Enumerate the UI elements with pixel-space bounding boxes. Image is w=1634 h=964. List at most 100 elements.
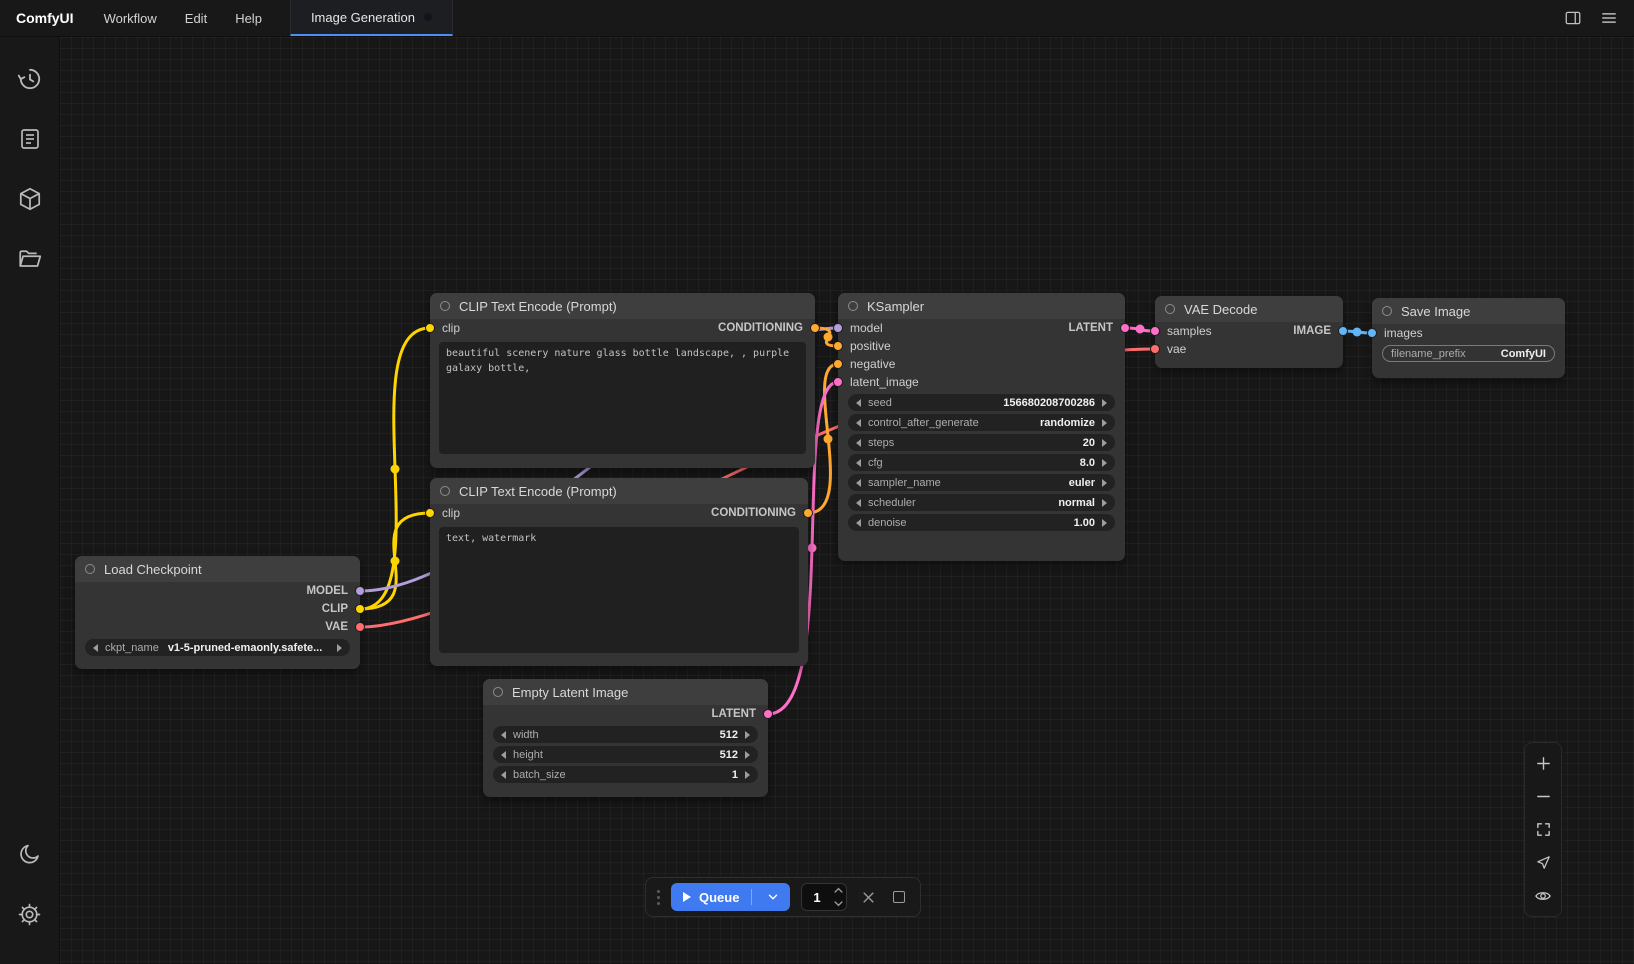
input-dot-vae[interactable] — [1150, 344, 1160, 354]
widget-left-arrow-icon[interactable] — [856, 399, 861, 407]
widget-right-arrow-icon[interactable] — [1102, 499, 1107, 507]
output-dot-model[interactable] — [355, 586, 365, 596]
collapse-dot[interactable] — [848, 301, 858, 311]
menu-help[interactable]: Help — [221, 0, 276, 36]
widget-height[interactable]: height 512 — [493, 746, 758, 763]
widget-left-arrow-icon[interactable] — [856, 459, 861, 467]
widget-ckpt-name[interactable]: ckpt_name v1-5-pruned-emaonly.safete... — [85, 639, 350, 656]
widget-right-arrow-icon[interactable] — [1102, 459, 1107, 467]
node-ksampler[interactable]: KSampler model LATENT positive negative … — [838, 293, 1125, 561]
node-header[interactable]: Save Image — [1372, 298, 1565, 324]
widget-left-arrow-icon[interactable] — [856, 519, 861, 527]
widget-right-arrow-icon[interactable] — [337, 644, 342, 652]
toggle-link-visibility-button[interactable] — [1526, 879, 1560, 912]
fit-view-button[interactable] — [1526, 813, 1560, 846]
menu-workflow[interactable]: Workflow — [90, 0, 171, 36]
widget-right-arrow-icon[interactable] — [1102, 479, 1107, 487]
node-clip-text-encode-negative[interactable]: CLIP Text Encode (Prompt) clip CONDITION… — [430, 478, 808, 666]
input-dot-images[interactable] — [1367, 328, 1377, 338]
interrupt-button[interactable] — [889, 887, 909, 907]
collapse-dot[interactable] — [85, 564, 95, 574]
input-dot-negative[interactable] — [833, 359, 843, 369]
decrement-button[interactable] — [831, 897, 846, 910]
widget-cfg[interactable]: cfg 8.0 — [848, 454, 1115, 471]
menu-edit[interactable]: Edit — [171, 0, 221, 36]
input-dot-latent-image[interactable] — [833, 377, 843, 387]
collapse-dot[interactable] — [1382, 306, 1392, 316]
collapse-dot[interactable] — [1165, 304, 1175, 314]
widget-right-arrow-icon[interactable] — [745, 731, 750, 739]
output-dot-conditioning[interactable] — [810, 323, 820, 333]
workflow-tab[interactable]: Image Generation — [290, 0, 453, 36]
widget-filename-prefix[interactable]: filename_prefix ComfyUI — [1382, 345, 1555, 362]
widget-left-arrow-icon[interactable] — [501, 751, 506, 759]
node-header[interactable]: CLIP Text Encode (Prompt) — [430, 293, 815, 319]
widget-left-arrow-icon[interactable] — [856, 419, 861, 427]
prompt-textarea[interactable]: beautiful scenery nature glass bottle la… — [439, 342, 806, 454]
widget-right-arrow-icon[interactable] — [745, 751, 750, 759]
node-empty-latent-image[interactable]: Empty Latent Image LATENT width 512 heig… — [483, 679, 768, 797]
sidebar-item-model-library[interactable] — [8, 175, 52, 223]
zoom-out-button[interactable] — [1526, 780, 1560, 813]
widget-right-arrow-icon[interactable] — [1102, 439, 1107, 447]
output-dot-latent[interactable] — [763, 709, 773, 719]
widget-left-arrow-icon[interactable] — [856, 479, 861, 487]
widget-control-after-generate[interactable]: control_after_generate randomize — [848, 414, 1115, 431]
node-clip-text-encode-positive[interactable]: CLIP Text Encode (Prompt) clip CONDITION… — [430, 293, 815, 468]
widget-right-arrow-icon[interactable] — [745, 771, 750, 779]
clear-queue-button[interactable] — [858, 887, 878, 907]
widget-scheduler[interactable]: scheduler normal — [848, 494, 1115, 511]
theme-toggle-button[interactable] — [8, 830, 52, 878]
collapse-dot[interactable] — [493, 687, 503, 697]
node-save-image[interactable]: Save Image images filename_prefix ComfyU… — [1372, 298, 1565, 378]
output-dot-latent[interactable] — [1120, 323, 1130, 333]
node-vae-decode[interactable]: VAE Decode samples IMAGE vae — [1155, 296, 1343, 368]
input-dot-clip[interactable] — [425, 508, 435, 518]
node-graph-canvas[interactable]: Load Checkpoint MODEL CLIP VAE ckpt_name… — [60, 37, 1634, 964]
drag-handle[interactable] — [657, 890, 660, 905]
toggle-panel-icon[interactable] — [1562, 7, 1584, 29]
node-load-checkpoint[interactable]: Load Checkpoint MODEL CLIP VAE ckpt_name… — [75, 556, 360, 669]
batch-count-input[interactable]: 1 — [801, 883, 847, 911]
output-dot-image[interactable] — [1338, 326, 1348, 336]
node-header[interactable]: KSampler — [838, 293, 1125, 319]
output-dot-vae[interactable] — [355, 622, 365, 632]
queue-options-dropdown[interactable] — [760, 890, 786, 904]
widget-left-arrow-icon[interactable] — [856, 439, 861, 447]
hamburger-menu-icon[interactable] — [1598, 7, 1620, 29]
sidebar-item-node-library[interactable] — [8, 115, 52, 163]
widget-seed[interactable]: seed 156680208700286 — [848, 394, 1115, 411]
node-header[interactable]: VAE Decode — [1155, 296, 1343, 322]
widget-width[interactable]: width 512 — [493, 726, 758, 743]
settings-button[interactable] — [8, 890, 52, 938]
select-mode-button[interactable] — [1526, 846, 1560, 879]
node-header[interactable]: CLIP Text Encode (Prompt) — [430, 478, 808, 504]
zoom-in-button[interactable] — [1526, 747, 1560, 780]
widget-batch-size[interactable]: batch_size 1 — [493, 766, 758, 783]
widget-left-arrow-icon[interactable] — [501, 731, 506, 739]
input-dot-clip[interactable] — [425, 323, 435, 333]
widget-left-arrow-icon[interactable] — [93, 644, 98, 652]
input-dot-model[interactable] — [833, 323, 843, 333]
widget-steps[interactable]: steps 20 — [848, 434, 1115, 451]
prompt-textarea[interactable]: text, watermark — [439, 527, 799, 653]
widget-left-arrow-icon[interactable] — [856, 499, 861, 507]
input-dot-samples[interactable] — [1150, 326, 1160, 336]
widget-right-arrow-icon[interactable] — [1102, 519, 1107, 527]
widget-sampler-name[interactable]: sampler_name euler — [848, 474, 1115, 491]
node-header[interactable]: Empty Latent Image — [483, 679, 768, 705]
widget-denoise[interactable]: denoise 1.00 — [848, 514, 1115, 531]
output-dot-clip[interactable] — [355, 604, 365, 614]
sidebar-item-history[interactable] — [8, 55, 52, 103]
queue-button[interactable]: Queue — [671, 883, 790, 911]
sidebar-item-workflows[interactable] — [8, 235, 52, 283]
output-dot-conditioning[interactable] — [803, 508, 813, 518]
node-header[interactable]: Load Checkpoint — [75, 556, 360, 582]
collapse-dot[interactable] — [440, 486, 450, 496]
increment-button[interactable] — [831, 884, 846, 897]
widget-right-arrow-icon[interactable] — [1102, 399, 1107, 407]
widget-left-arrow-icon[interactable] — [501, 771, 506, 779]
collapse-dot[interactable] — [440, 301, 450, 311]
widget-right-arrow-icon[interactable] — [1102, 419, 1107, 427]
input-dot-positive[interactable] — [833, 341, 843, 351]
